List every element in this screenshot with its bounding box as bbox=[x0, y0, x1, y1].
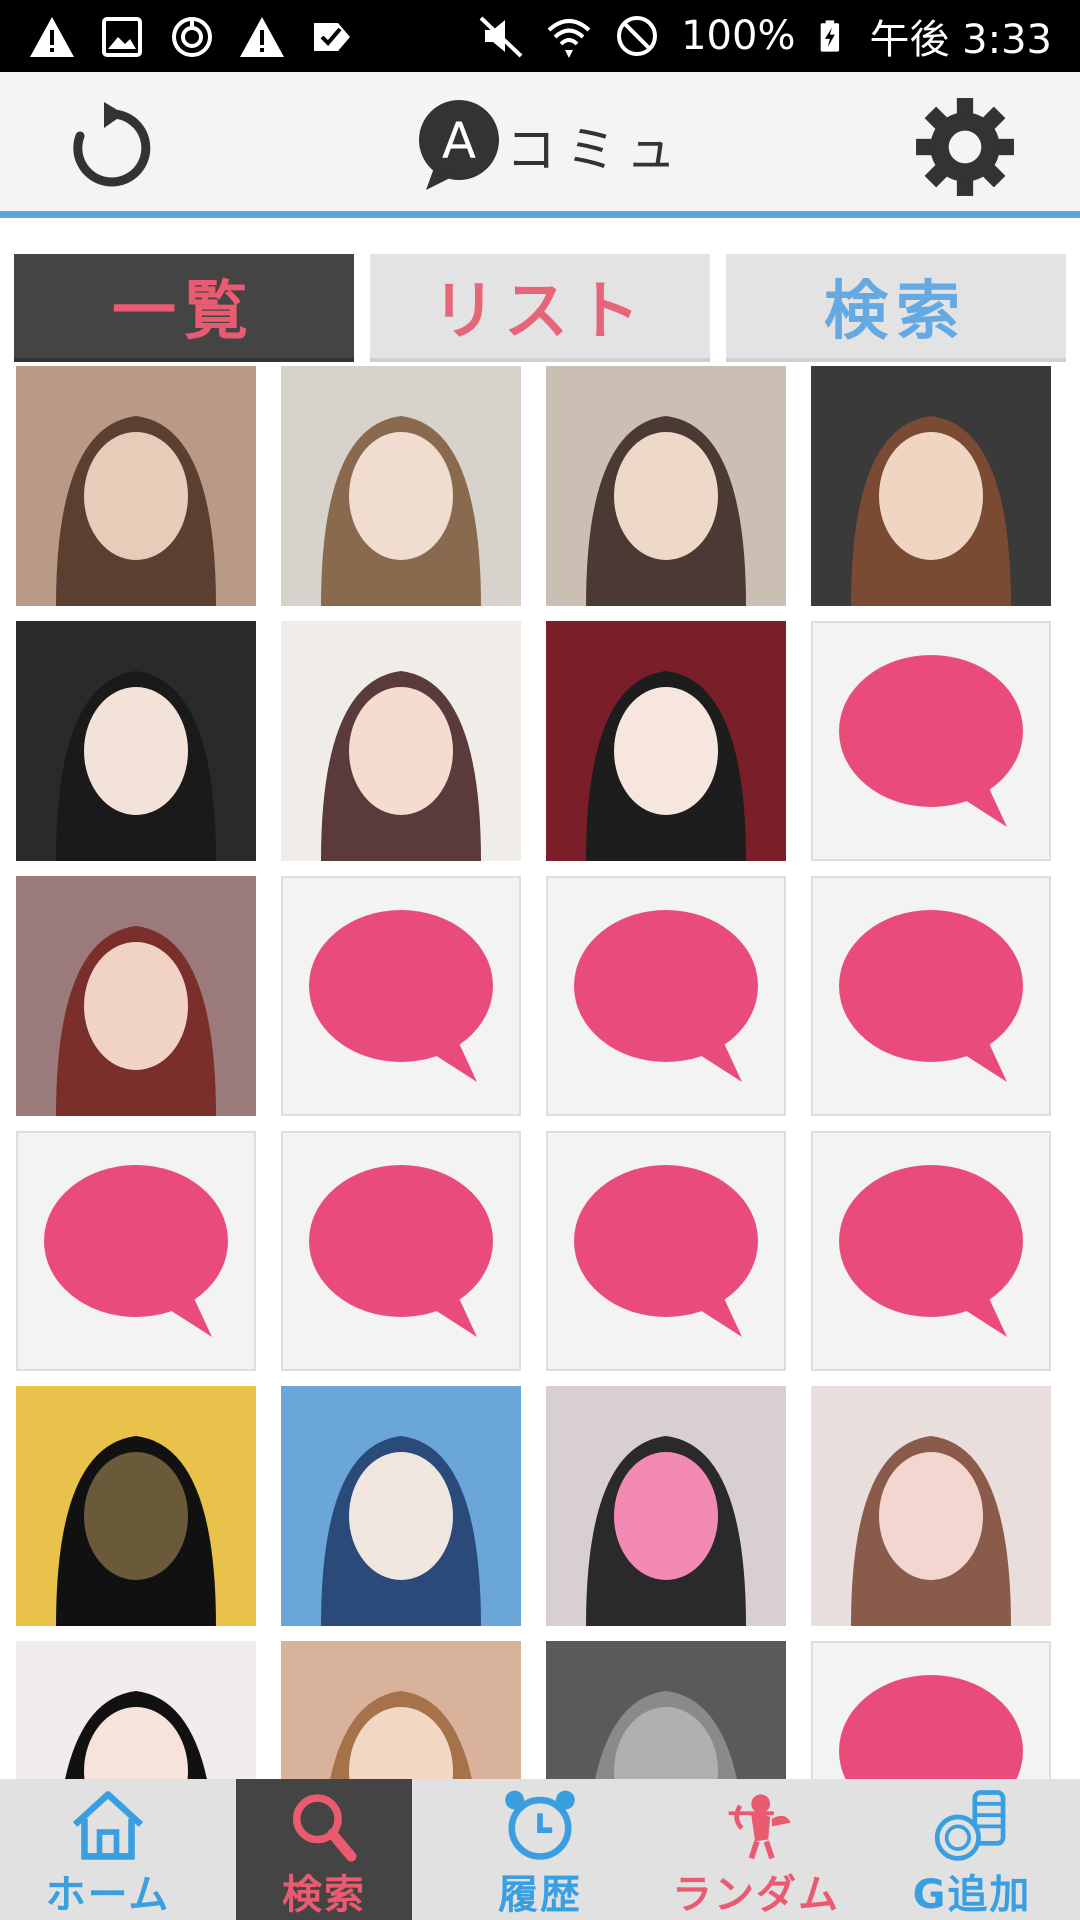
logo-text: コミュ bbox=[506, 121, 686, 179]
gear-icon[interactable] bbox=[914, 96, 1016, 198]
nav-label: 検索 bbox=[282, 1872, 366, 1918]
default-avatar-cell[interactable] bbox=[281, 1131, 521, 1371]
image-icon bbox=[102, 17, 142, 57]
profile-photo bbox=[16, 1386, 256, 1626]
status-bar: 100% 午後 3:33 bbox=[0, 0, 1080, 72]
profile-photo-cell[interactable] bbox=[546, 1386, 786, 1626]
profile-photo bbox=[546, 621, 786, 861]
profile-photo bbox=[281, 366, 521, 606]
speech-bubble-icon bbox=[44, 1165, 228, 1337]
bottom-nav: ホーム 検索 履歴 ランダム G追加 bbox=[0, 1779, 1080, 1920]
profile-photo-cell[interactable] bbox=[546, 366, 786, 606]
battery-percent: 100% bbox=[681, 13, 796, 59]
default-avatar-cell[interactable] bbox=[546, 1131, 786, 1371]
default-avatar-cell[interactable] bbox=[811, 876, 1051, 1116]
speech-bubble-icon: A bbox=[419, 100, 499, 190]
profile-photo-cell[interactable] bbox=[281, 1641, 521, 1779]
coins-icon bbox=[934, 1790, 1006, 1861]
nav-label: ランダム bbox=[672, 1872, 840, 1918]
profile-photo-cell[interactable] bbox=[16, 876, 256, 1116]
profile-photo bbox=[281, 621, 521, 861]
warning-icon bbox=[240, 17, 284, 57]
nav-label: ホーム bbox=[45, 1872, 171, 1918]
speech-bubble-icon bbox=[574, 1165, 758, 1337]
profile-photo bbox=[281, 1386, 521, 1626]
profile-photo-cell[interactable] bbox=[281, 621, 521, 861]
profile-photo-cell[interactable] bbox=[546, 621, 786, 861]
app-logo: A コミュ bbox=[416, 96, 686, 196]
home-icon bbox=[72, 1791, 144, 1860]
profile-photo bbox=[546, 1386, 786, 1626]
profile-photo bbox=[546, 1641, 786, 1779]
profile-photo bbox=[546, 366, 786, 606]
profile-photo bbox=[281, 1641, 521, 1779]
refresh-icon[interactable] bbox=[64, 100, 160, 196]
profile-photo bbox=[16, 621, 256, 861]
nav-add-g[interactable]: G追加 bbox=[864, 1779, 1080, 1920]
warning-icon bbox=[30, 17, 74, 57]
profile-photo bbox=[16, 366, 256, 606]
profile-photo bbox=[811, 366, 1051, 606]
profile-photo-cell[interactable] bbox=[811, 366, 1051, 606]
profile-photo-cell[interactable] bbox=[16, 366, 256, 606]
cupid-icon bbox=[728, 1794, 791, 1860]
profile-photo-cell[interactable] bbox=[16, 1641, 256, 1779]
notification-icons bbox=[28, 12, 356, 62]
app-header: A コミュ bbox=[0, 72, 1080, 218]
default-avatar-cell[interactable] bbox=[16, 1131, 256, 1371]
wifi-icon bbox=[547, 19, 591, 58]
alarm-clock-icon bbox=[505, 1790, 575, 1860]
tab-overview[interactable]: 一覧 bbox=[14, 254, 354, 362]
profile-photo-cell[interactable] bbox=[281, 366, 521, 606]
default-avatar-cell[interactable] bbox=[546, 876, 786, 1116]
speech-bubble-icon bbox=[574, 910, 758, 1082]
profile-photo bbox=[16, 876, 256, 1116]
default-avatar-cell[interactable] bbox=[281, 876, 521, 1116]
battery-charging-icon bbox=[821, 20, 840, 52]
speech-bubble-icon bbox=[839, 1165, 1023, 1337]
nav-label: 履歴 bbox=[498, 1872, 582, 1918]
nav-label: G追加 bbox=[912, 1872, 1032, 1918]
default-avatar-cell[interactable] bbox=[811, 621, 1051, 861]
speech-bubble-icon bbox=[309, 1165, 493, 1337]
profile-photo bbox=[811, 1386, 1051, 1626]
nav-random[interactable]: ランダム bbox=[648, 1779, 864, 1920]
speech-bubble-icon bbox=[839, 655, 1023, 827]
user-grid bbox=[16, 366, 1066, 1779]
sync-icon bbox=[172, 17, 212, 57]
tab-search[interactable]: 検索 bbox=[726, 254, 1066, 362]
default-avatar-cell[interactable] bbox=[811, 1131, 1051, 1371]
clock: 午後 3:33 bbox=[869, 17, 1052, 63]
speech-bubble-icon bbox=[839, 1675, 1023, 1779]
do-not-disturb-icon bbox=[617, 16, 658, 56]
profile-photo-cell[interactable] bbox=[16, 621, 256, 861]
nav-search[interactable]: 検索 bbox=[236, 1779, 412, 1920]
mute-icon bbox=[479, 16, 523, 58]
checklist-icon bbox=[314, 23, 350, 51]
search-icon bbox=[292, 1794, 357, 1862]
profile-photo-cell[interactable] bbox=[546, 1641, 786, 1779]
profile-photo-cell[interactable] bbox=[16, 1386, 256, 1626]
nav-home[interactable]: ホーム bbox=[0, 1779, 216, 1920]
default-avatar-cell[interactable] bbox=[811, 1641, 1051, 1779]
speech-bubble-icon bbox=[839, 910, 1023, 1082]
nav-history[interactable]: 履歴 bbox=[432, 1779, 648, 1920]
speech-bubble-icon bbox=[309, 910, 493, 1082]
system-icons: 100% 午後 3:33 bbox=[477, 10, 1052, 63]
profile-photo-cell[interactable] bbox=[811, 1386, 1051, 1626]
profile-photo bbox=[16, 1641, 256, 1779]
tab-list[interactable]: リスト bbox=[370, 254, 710, 362]
logo-letter: A bbox=[442, 112, 476, 170]
profile-photo-cell[interactable] bbox=[281, 1386, 521, 1626]
view-tabs: 一覧 リスト 検索 bbox=[14, 254, 1066, 362]
